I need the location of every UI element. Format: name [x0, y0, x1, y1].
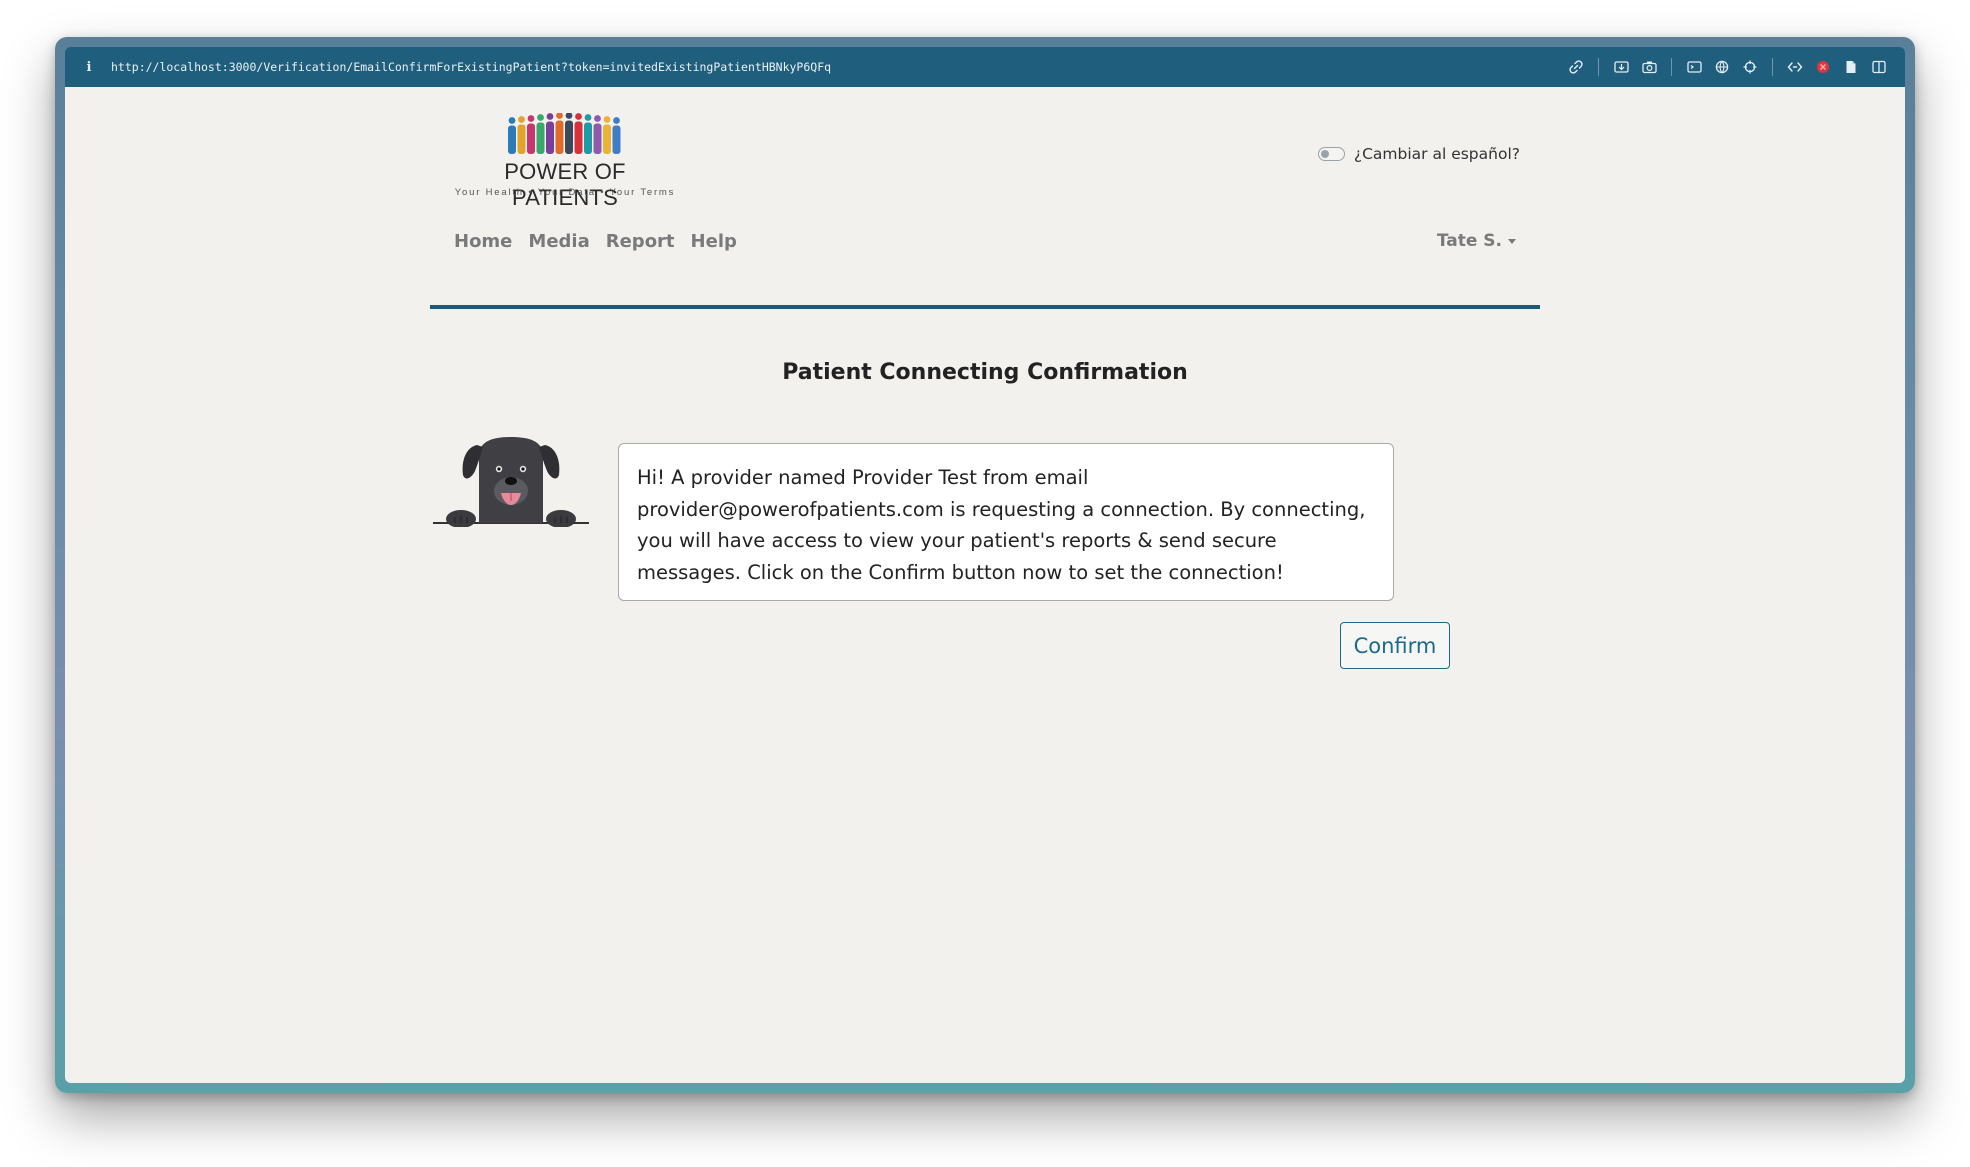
logo-people-icon: [508, 113, 621, 154]
terminal-icon[interactable]: [1680, 53, 1708, 81]
logo-person-figure: [527, 115, 535, 154]
user-menu-dropdown[interactable]: Tate S.: [1437, 221, 1516, 261]
globe-icon[interactable]: [1708, 53, 1736, 81]
logo-person-figure: [574, 113, 583, 154]
record-icon[interactable]: [1809, 53, 1837, 81]
page-title: Patient Connecting Confirmation: [782, 360, 1188, 385]
info-icon[interactable]: i: [79, 60, 99, 75]
logo-person-figure: [546, 113, 554, 154]
browser-window: i http://localhost:3000/Verification/Ema…: [55, 37, 1915, 1093]
screenshot-icon[interactable]: [1607, 53, 1635, 81]
toolbar-divider: [1671, 58, 1672, 76]
toolbar-divider: [1772, 58, 1773, 76]
language-toggle[interactable]: ¿Cambiar al español?: [1317, 145, 1520, 163]
power-of-patients-logo[interactable]: POWER OF PATIENTS Your Health • Your Dat…: [450, 113, 680, 210]
switch-knob: [1320, 150, 1329, 158]
nav-item-report[interactable]: Report: [606, 231, 675, 252]
camera-icon[interactable]: [1635, 53, 1663, 81]
nav-item-home[interactable]: Home: [454, 231, 512, 252]
page-content: POWER OF PATIENTS Your Health • Your Dat…: [430, 87, 1540, 1083]
chevron-down-icon: [1508, 238, 1516, 244]
sidebar-icon[interactable]: [1865, 53, 1893, 81]
logo-person-figure: [508, 117, 516, 154]
logo-person-figure: [555, 113, 564, 154]
logo-person-figure: [603, 116, 611, 154]
page-viewport: POWER OF PATIENTS Your Health • Your Dat…: [65, 87, 1905, 1083]
url-text[interactable]: http://localhost:3000/Verification/Email…: [111, 60, 831, 74]
logo-tagline: Your Health • Your Data • Your Terms: [454, 187, 676, 198]
user-name: Tate S.: [1436, 231, 1502, 251]
logo-person-figure: [593, 115, 602, 154]
language-switch[interactable]: [1317, 147, 1345, 161]
language-toggle-label: ¿Cambiar al español?: [1353, 145, 1520, 163]
dog-mascot-icon: [433, 437, 589, 527]
nav-divider: [430, 305, 1540, 309]
confirm-button[interactable]: Confirm: [1340, 622, 1450, 669]
logo-person-figure: [565, 113, 573, 154]
document-icon[interactable]: [1837, 53, 1865, 81]
browser-toolbar: [1562, 47, 1893, 87]
nav-item-media[interactable]: Media: [528, 231, 589, 252]
logo-person-figure: [517, 116, 526, 154]
nav-item-help[interactable]: Help: [691, 231, 737, 252]
logo-person-figure: [612, 117, 621, 154]
connection-message: Hi! A provider named Provider Test from …: [618, 443, 1394, 601]
crosshair-icon[interactable]: [1736, 53, 1764, 81]
link-icon[interactable]: [1562, 53, 1590, 81]
logo-title: POWER OF PATIENTS: [504, 159, 626, 210]
code-icon[interactable]: [1781, 53, 1809, 81]
logo-person-figure: [584, 114, 592, 154]
logo-person-figure: [536, 114, 545, 154]
main-nav: Home Media Report Help Tate S.: [430, 221, 1540, 261]
toolbar-divider: [1598, 58, 1599, 76]
browser-address-bar: i http://localhost:3000/Verification/Ema…: [65, 47, 1905, 87]
